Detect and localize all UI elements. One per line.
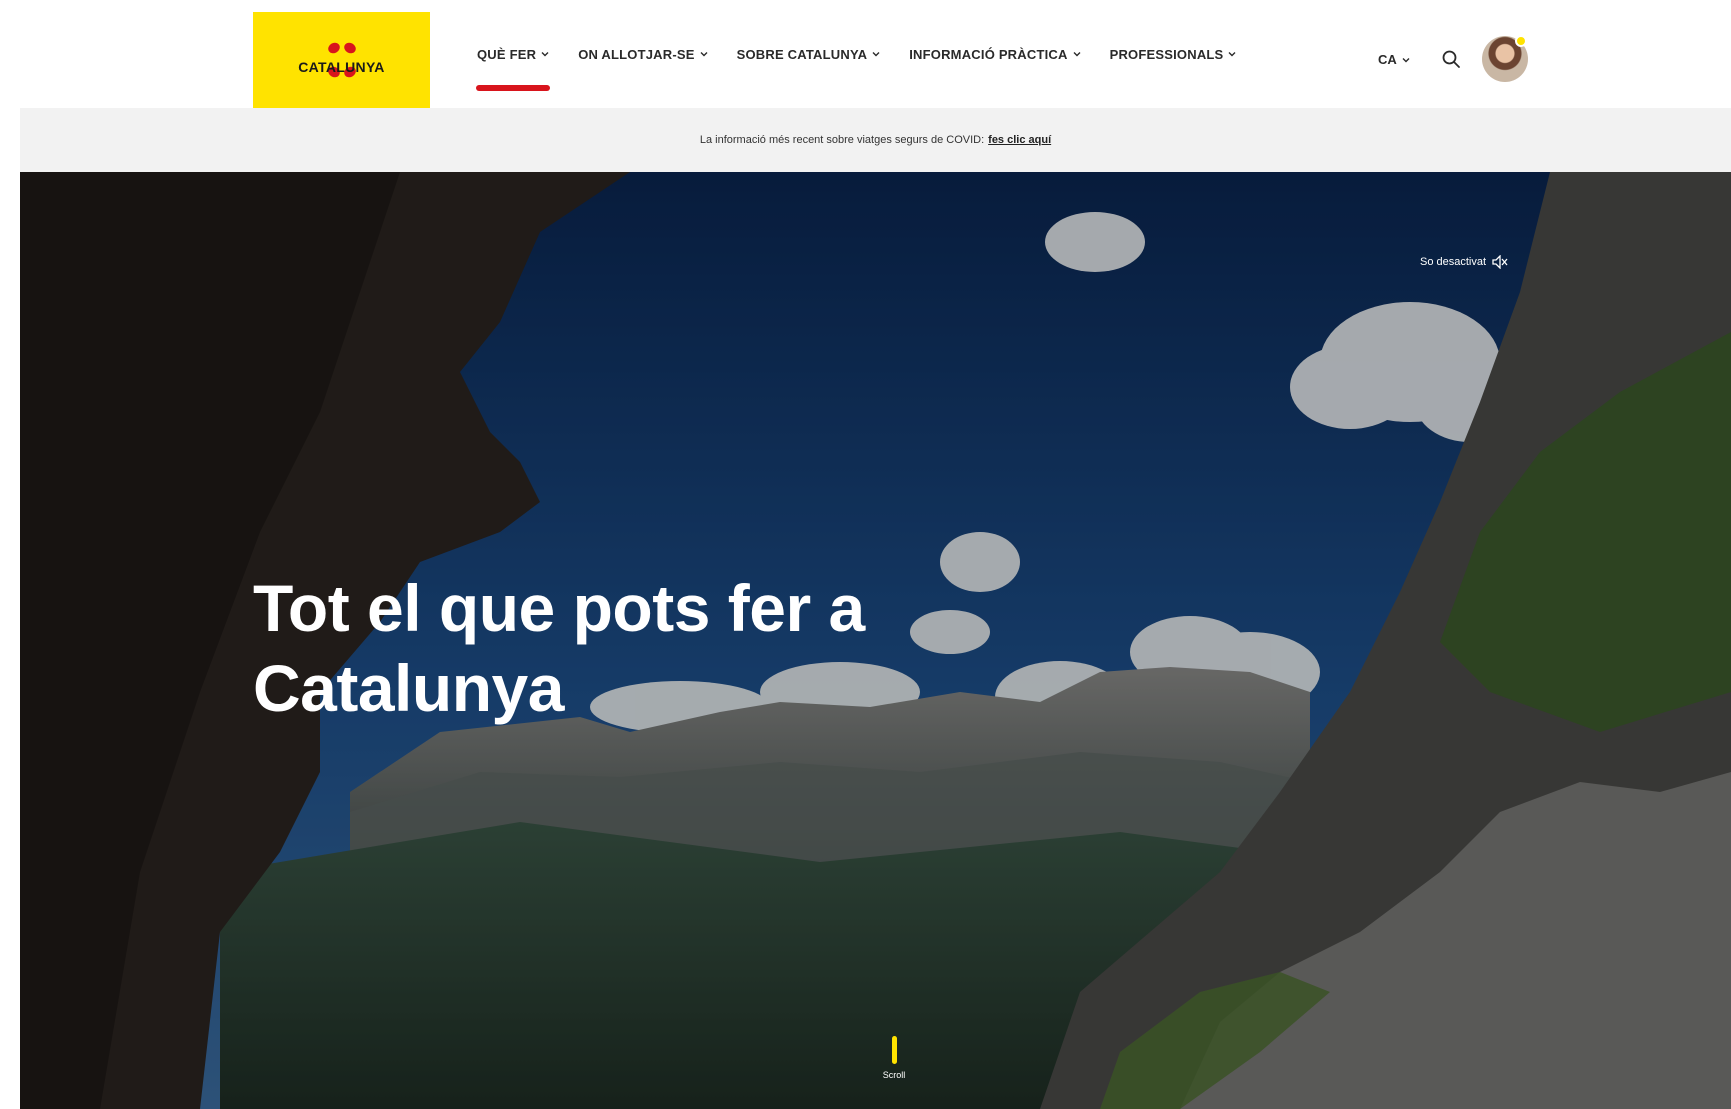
nav-item-label: QUÈ FER (477, 46, 537, 62)
nav-item-label: ON ALLOTJAR-SE (578, 46, 695, 62)
language-selector[interactable]: CA (1378, 52, 1410, 67)
sound-off-icon (1492, 255, 1508, 269)
notification-badge (1515, 35, 1527, 47)
chevron-down-icon (1228, 52, 1236, 57)
nav-item-label: PROFESSIONALS (1109, 46, 1224, 62)
search-button[interactable] (1441, 49, 1461, 69)
nav-item-on-allotjar-se[interactable]: ON ALLOTJAR-SE (578, 46, 708, 62)
main-navigation: QUÈ FER ON ALLOTJAR-SE SOBRE CATALUNYA I… (475, 0, 1265, 108)
scroll-indicator[interactable]: Scroll (879, 1036, 909, 1080)
chevron-down-icon (700, 52, 708, 57)
nav-item-que-fer[interactable]: QUÈ FER (475, 46, 551, 91)
nav-item-sobre-catalunya[interactable]: SOBRE CATALUNYA (737, 47, 881, 62)
sound-toggle-label: So desactivat (1420, 256, 1487, 268)
chevron-down-icon (1402, 57, 1410, 62)
site-header: CATALUNYA QUÈ FER ON ALLOTJAR-SE SOBRE C… (0, 0, 1731, 108)
search-icon (1442, 50, 1460, 68)
nav-item-label: SOBRE CATALUNYA (736, 46, 868, 62)
nav-item-professionals[interactable]: PROFESSIONALS (1110, 47, 1237, 62)
hero-title: Tot el que pots fer a Catalunya (253, 571, 865, 725)
chevron-down-icon (872, 52, 880, 57)
hero-banner: So desactivat Tot el que pots fer a Cata… (20, 172, 1731, 1109)
chevron-down-icon (1073, 52, 1081, 57)
scroll-bar-icon (891, 1036, 897, 1064)
nav-item-informacio-practica[interactable]: INFORMACIÓ PRÀCTICA (909, 46, 1081, 62)
nav-item-label: INFORMACIÓ PRÀCTICA (909, 46, 1068, 62)
covid-notice-link[interactable]: fes clic aquí (988, 134, 1051, 146)
covid-notice-text: La informació més recent sobre viatges s… (699, 134, 985, 146)
logo-wordmark: CATALUNYA (298, 59, 385, 75)
covid-notice-bar: La informació més recent sobre viatges s… (20, 108, 1731, 172)
language-label: CA (1378, 52, 1397, 67)
scroll-label: Scroll (882, 1070, 906, 1080)
sound-toggle[interactable]: So desactivat (1420, 255, 1508, 269)
catalunya-logo[interactable]: CATALUNYA (253, 12, 430, 108)
chevron-down-icon (541, 52, 549, 57)
